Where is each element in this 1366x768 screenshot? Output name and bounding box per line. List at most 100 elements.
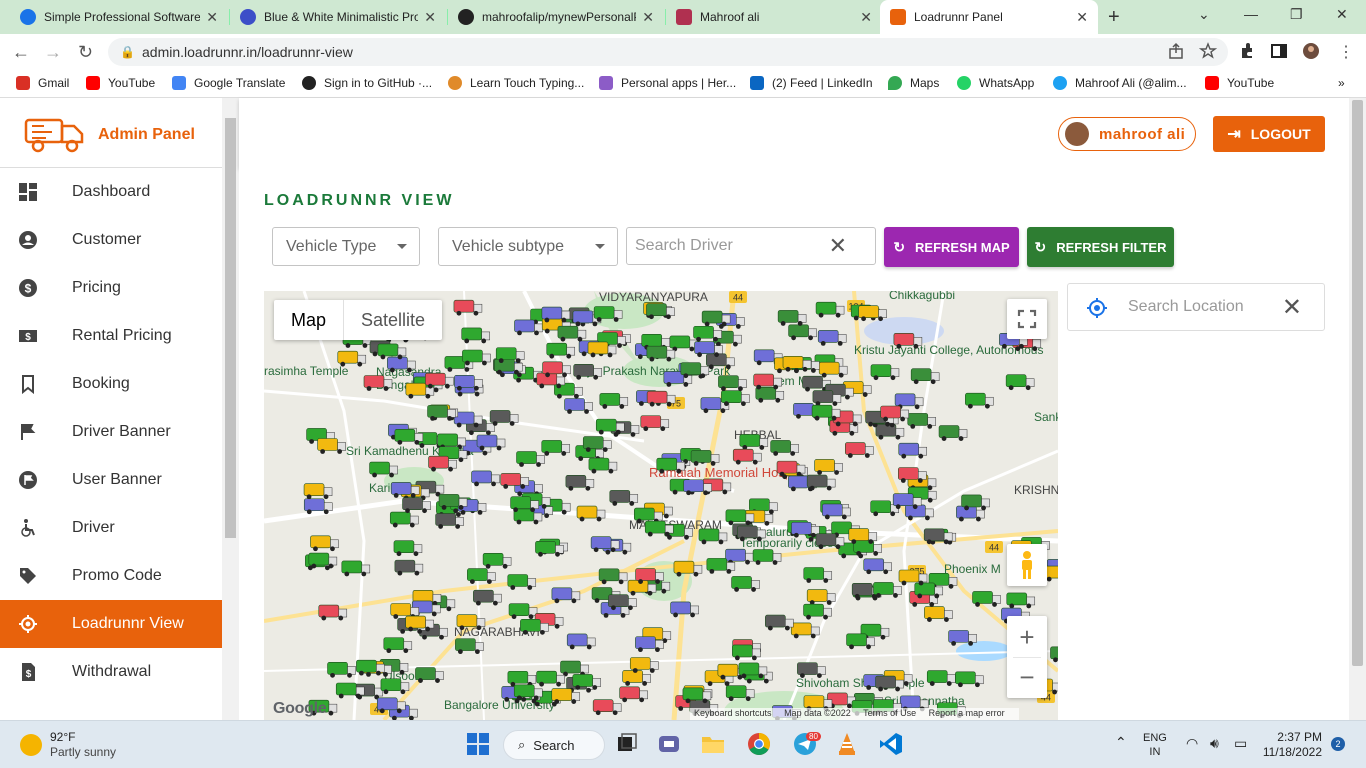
sidebar-item-pricing[interactable]: $ Pricing: [0, 264, 222, 312]
new-tab-icon[interactable]: +: [1108, 6, 1120, 29]
report-map-error-link[interactable]: Report a map error: [929, 708, 1005, 718]
sidebar-item-booking[interactable]: Booking: [0, 360, 222, 408]
close-window-icon[interactable]: ✕: [1336, 6, 1348, 23]
sidebar-item-withdrawal[interactable]: $ Withdrawal: [0, 648, 222, 696]
gmail-icon: [16, 76, 30, 90]
volume-icon[interactable]: 🔊︎: [1210, 735, 1219, 752]
bookmark-maps[interactable]: Maps: [888, 76, 939, 90]
side-panel-icon[interactable]: [1270, 42, 1288, 60]
bookmark-google-translate[interactable]: Google Translate: [172, 76, 285, 90]
close-tab-icon[interactable]: ✕: [1076, 9, 1088, 26]
street-view-pegman-icon[interactable]: [1007, 544, 1047, 586]
battery-icon[interactable]: ▭: [1234, 735, 1247, 752]
close-tab-icon[interactable]: ✕: [206, 9, 218, 26]
map-place-label: rasimha Temple: [264, 364, 349, 378]
vehicle-subtype-select[interactable]: Vehicle subtype: [438, 227, 618, 266]
address-bar[interactable]: 🔒 admin.loadrunnr.in/loadrunnr-view: [108, 38, 1228, 66]
bookmark-touch-typing[interactable]: Learn Touch Typing...: [448, 76, 584, 90]
bookmark-youtube-2[interactable]: YouTube: [1205, 76, 1274, 90]
restore-icon[interactable]: ❐: [1290, 6, 1303, 23]
sidebar-item-promo-code[interactable]: Promo Code: [0, 552, 222, 600]
typing-icon: [448, 76, 462, 90]
github-icon: [458, 9, 474, 25]
taskbar-clock[interactable]: 2:37 PM 11/18/2022: [1262, 730, 1322, 760]
page-scrollbar-thumb[interactable]: [1352, 100, 1363, 666]
sidebar-item-rental-pricing[interactable]: $ Rental Pricing: [0, 312, 222, 360]
profile-avatar-icon[interactable]: [1302, 42, 1320, 60]
refresh-filter-button[interactable]: ↻ REFRESH FILTER: [1027, 227, 1174, 267]
bookmark-twitter[interactable]: Mahroof Ali (@alim...: [1053, 76, 1187, 90]
sidebar-item-driver-banner[interactable]: Driver Banner: [0, 408, 222, 456]
browser-tab-1[interactable]: Simple Professional Software ✕: [10, 0, 228, 34]
file-explorer-icon[interactable]: [700, 731, 726, 757]
browser-tab-3[interactable]: mahroofalip/mynewPersonalP ✕: [448, 0, 664, 34]
bookmark-gmail[interactable]: Gmail: [16, 76, 69, 90]
windows-start-icon[interactable]: [465, 731, 491, 757]
map-type-map[interactable]: Map: [274, 300, 345, 340]
money-icon: $: [19, 330, 37, 343]
tab-search-icon[interactable]: ⌄: [1198, 6, 1210, 23]
bookmark-github[interactable]: Sign in to GitHub ·...: [302, 76, 432, 90]
browser-tab-active[interactable]: Loadrunnr Panel ✕: [880, 0, 1098, 34]
task-view-icon[interactable]: [614, 731, 640, 757]
map-place-label: KRISHNA: [1014, 483, 1058, 497]
bookmark-youtube[interactable]: YouTube: [86, 76, 155, 90]
forward-icon[interactable]: →: [44, 42, 62, 63]
refresh-icon: ↻: [1034, 238, 1047, 255]
teams-chat-icon[interactable]: [656, 731, 682, 757]
map-place-label: Phoenix M: [944, 562, 1001, 576]
back-icon[interactable]: ←: [12, 42, 30, 63]
close-tab-icon[interactable]: ✕: [642, 9, 654, 26]
reload-icon[interactable]: ↻: [78, 42, 93, 63]
vehicle-type-select[interactable]: Vehicle Type: [272, 227, 420, 266]
browser-tab-2[interactable]: Blue & White Minimalistic Pro ✕: [230, 0, 446, 34]
refresh-map-button[interactable]: ↻ REFRESH MAP: [884, 227, 1019, 267]
search-location-input[interactable]: Search Location ✕: [1067, 283, 1325, 331]
terms-of-use-link[interactable]: Terms of Use: [863, 708, 916, 718]
zoom-out-button[interactable]: −: [1019, 658, 1034, 698]
logout-button[interactable]: ⇥ LOGOUT: [1213, 116, 1325, 152]
clear-icon[interactable]: ✕: [1282, 293, 1302, 322]
language-indicator[interactable]: ENG IN: [1143, 731, 1167, 759]
search-driver-input[interactable]: Search Driver ✕: [626, 227, 876, 265]
sidebar: Admin Panel Dashboard Customer $ Pricing…: [0, 98, 222, 720]
taskbar-search[interactable]: ⌕ Search: [503, 730, 605, 760]
tag-icon: [20, 568, 36, 584]
map-place-label: Sankey: [1034, 410, 1058, 424]
sidebar-scrollbar-thumb[interactable]: [225, 118, 236, 538]
bookmark-whatsapp[interactable]: WhatsApp: [957, 76, 1034, 90]
map-type-satellite[interactable]: Satellite: [344, 300, 442, 340]
vlc-icon[interactable]: [834, 731, 860, 757]
browser-tab-4[interactable]: Mahroof ali ✕: [666, 0, 882, 34]
sidebar-item-loadrunnr-view[interactable]: Loadrunnr View: [0, 600, 222, 648]
sidebar-item-customer[interactable]: Customer: [0, 216, 222, 264]
close-tab-icon[interactable]: ✕: [860, 9, 872, 26]
sidebar-item-user-banner[interactable]: User Banner: [0, 456, 222, 504]
youtube-icon: [1205, 76, 1219, 90]
target-icon: [19, 615, 37, 633]
vscode-icon[interactable]: [878, 731, 904, 757]
translate-icon: [172, 76, 186, 90]
more-bookmarks-icon[interactable]: »: [1338, 76, 1345, 90]
bookmark-linkedin[interactable]: (2) Feed | LinkedIn: [750, 76, 873, 90]
minimize-icon[interactable]: —: [1244, 6, 1258, 22]
menu-dots-icon[interactable]: ⋮: [1338, 42, 1354, 62]
show-hidden-icons[interactable]: ⌃: [1115, 734, 1127, 751]
close-tab-icon[interactable]: ✕: [424, 9, 436, 26]
svg-text:$: $: [26, 669, 32, 680]
bookmark-star-icon[interactable]: [1199, 42, 1217, 60]
wifi-icon[interactable]: ◠: [1186, 735, 1198, 752]
keyboard-shortcuts-link[interactable]: Keyboard shortcuts: [694, 708, 772, 718]
share-icon[interactable]: [1167, 42, 1185, 60]
map-canvas[interactable]: Chikkagubbi VIDYARANYAPURA Jaya Prakash Na…: [264, 291, 1058, 720]
fullscreen-icon[interactable]: [1007, 299, 1047, 339]
sidebar-item-driver[interactable]: Driver: [0, 504, 222, 552]
clear-icon[interactable]: ✕: [829, 228, 847, 264]
zoom-in-button[interactable]: +: [1019, 617, 1034, 657]
user-profile-chip[interactable]: mahroof ali: [1058, 117, 1196, 151]
extensions-icon[interactable]: [1238, 42, 1256, 60]
sidebar-item-dashboard[interactable]: Dashboard: [0, 168, 222, 216]
bookmark-personal-apps[interactable]: Personal apps | Her...: [599, 76, 736, 90]
notification-badge[interactable]: 2: [1331, 737, 1345, 751]
chrome-icon[interactable]: [746, 731, 772, 757]
